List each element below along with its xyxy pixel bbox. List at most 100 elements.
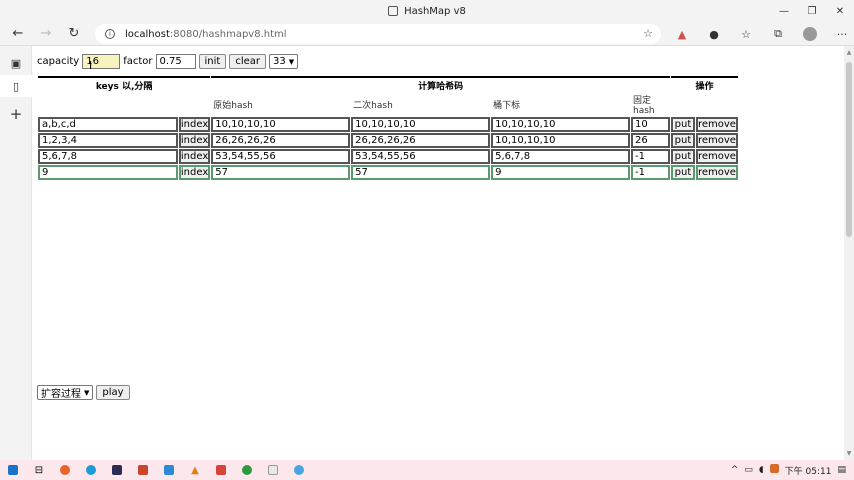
browser-toolbar: ← → ↻ i localhost:8080/hashmapv8.html ☆ … <box>0 22 854 46</box>
task-view-icon[interactable]: ⊟ <box>26 460 52 480</box>
close-button[interactable]: ✕ <box>826 0 854 22</box>
put-button[interactable]: put <box>670 165 695 180</box>
keys-header: keys 以,分隔 <box>38 76 211 92</box>
table-row: 5,6,7,8 index 53,54,55,56 53,54,55,56 5,… <box>38 149 738 164</box>
network-icon[interactable]: ▭ <box>744 465 753 475</box>
raw-hash-cell[interactable]: 26,26,26,26 <box>211 133 351 148</box>
fixed-hash-input[interactable]: -1 <box>631 149 670 164</box>
init-button[interactable]: init <box>198 54 227 69</box>
ops-header: 操作 <box>670 76 738 92</box>
collections-icon[interactable]: ⧉ <box>762 22 794 46</box>
bucket-cell[interactable]: 10,10,10,10 <box>491 133 631 148</box>
raw-hash-cell[interactable]: 53,54,55,56 <box>211 149 351 164</box>
extension-mask-icon[interactable]: ● <box>698 22 730 46</box>
xmind-icon[interactable] <box>208 460 234 480</box>
keys-input[interactable]: 1,2,3,4 <box>38 133 178 148</box>
bucket-subheader: 桶下标 <box>493 101 521 111</box>
keys-input[interactable]: a,b,c,d <box>38 117 178 132</box>
index-button[interactable]: index <box>178 165 211 180</box>
page-favicon-icon <box>388 6 399 16</box>
second-hash-cell[interactable]: 57 <box>351 165 491 180</box>
profile-avatar[interactable] <box>794 22 826 46</box>
raw-hash-cell[interactable]: 57 <box>211 165 351 180</box>
second-hash-cell[interactable]: 10,10,10,10 <box>351 117 491 132</box>
address-bar[interactable]: i localhost:8080/hashmapv8.html ☆ <box>95 24 661 44</box>
capacity-label: capacity <box>37 56 80 67</box>
fixed-hash-input[interactable]: 26 <box>631 133 670 148</box>
factor-label: factor <box>123 56 153 67</box>
more-menu-icon[interactable]: ··· <box>826 22 854 46</box>
vertical-scrollbar[interactable]: ▲ ▼ <box>844 46 854 460</box>
keys-input[interactable]: 9 <box>38 165 178 180</box>
second-hash-subheader: 二次hash <box>353 101 393 111</box>
clock-time[interactable]: 下午 05:11 <box>785 464 832 477</box>
second-hash-cell[interactable]: 26,26,26,26 <box>351 133 491 148</box>
put-button[interactable]: put <box>670 133 695 148</box>
system-tray: ^ ▭ ◖ 下午 05:11 ▤ <box>731 460 854 480</box>
volume-icon[interactable]: ◖ <box>759 465 764 475</box>
clear-button[interactable]: clear <box>229 54 267 69</box>
notification-icon[interactable]: ▤ <box>837 465 846 475</box>
maximize-button[interactable]: ❐ <box>798 0 826 22</box>
fixed-hash-input[interactable]: -1 <box>631 165 670 180</box>
start-windows-icon[interactable] <box>0 460 26 480</box>
count-select[interactable]: 33 ▼ <box>269 54 299 69</box>
put-button[interactable]: put <box>670 117 695 132</box>
controls-row: capacity factor init clear 33 ▼ <box>37 54 299 69</box>
typora-icon[interactable] <box>260 460 286 480</box>
favorites-icon[interactable]: ☆ <box>730 22 762 46</box>
scroll-thumb[interactable] <box>846 62 852 237</box>
extension-triangle-icon[interactable]: ▲ <box>666 22 698 46</box>
url-path: :8080/hashmapv8.html <box>169 28 287 40</box>
intellij-icon[interactable] <box>104 460 130 480</box>
process-select[interactable]: 扩容过程 ▼ <box>37 385 94 400</box>
window-title-bar: HashMap v8 — ❐ ✕ <box>0 0 854 22</box>
vscode-icon[interactable] <box>156 460 182 480</box>
hashmap-table: keys 以,分隔 计算哈希码 操作 原始hash 二次hash 桶下标 固定h… <box>37 75 739 181</box>
tab-page-icon[interactable]: ▯ <box>0 75 32 97</box>
bucket-cell[interactable]: 5,6,7,8 <box>491 149 631 164</box>
edge-icon[interactable] <box>78 460 104 480</box>
search-icon[interactable] <box>286 460 312 480</box>
page-content: capacity factor init clear 33 ▼ I keys 以… <box>33 47 843 459</box>
refresh-icon[interactable]: ↻ <box>60 22 88 46</box>
play-button[interactable]: play <box>96 385 130 400</box>
chevron-down-icon: ▼ <box>288 57 295 66</box>
text-cursor-icon: I <box>89 59 93 72</box>
capacity-input[interactable] <box>82 54 121 69</box>
scroll-down-icon[interactable]: ▼ <box>844 450 854 457</box>
raw-hash-subheader: 原始hash <box>213 101 253 111</box>
table-row: 1,2,3,4 index 26,26,26,26 26,26,26,26 10… <box>38 133 738 148</box>
remove-button[interactable]: remove <box>695 149 738 164</box>
forward-arrow-icon[interactable]: → <box>32 22 60 46</box>
index-button[interactable]: index <box>178 133 211 148</box>
keys-input[interactable]: 5,6,7,8 <box>38 149 178 164</box>
powerpoint-icon[interactable] <box>130 460 156 480</box>
bucket-cell[interactable]: 9 <box>491 165 631 180</box>
factor-input[interactable] <box>155 54 196 69</box>
firefox-icon[interactable] <box>52 460 78 480</box>
back-arrow-icon[interactable]: ← <box>4 22 32 46</box>
vlc-icon[interactable]: ▲ <box>182 460 208 480</box>
index-button[interactable]: index <box>178 149 211 164</box>
app-green-circle-icon[interactable] <box>234 460 260 480</box>
minimize-button[interactable]: — <box>770 0 798 22</box>
remove-button[interactable]: remove <box>695 117 738 132</box>
tab-actions-icon[interactable]: ▣ <box>0 52 32 74</box>
favorite-star-icon[interactable]: ☆ <box>643 27 653 40</box>
chevron-up-icon[interactable]: ^ <box>731 465 739 475</box>
remove-button[interactable]: remove <box>695 133 738 148</box>
index-button[interactable]: index <box>178 117 211 132</box>
input-method-icon[interactable] <box>769 464 779 476</box>
scroll-up-icon[interactable]: ▲ <box>844 49 854 56</box>
second-hash-cell[interactable]: 53,54,55,56 <box>351 149 491 164</box>
remove-button[interactable]: remove <box>695 165 738 180</box>
process-select-value: 扩容过程 <box>41 389 81 400</box>
new-tab-plus-icon[interactable]: + <box>0 103 32 125</box>
fixed-hash-input[interactable]: 10 <box>631 117 670 132</box>
put-button[interactable]: put <box>670 149 695 164</box>
info-icon[interactable]: i <box>105 29 115 39</box>
bucket-cell[interactable]: 10,10,10,10 <box>491 117 631 132</box>
raw-hash-cell[interactable]: 10,10,10,10 <box>211 117 351 132</box>
vertical-tab-strip: ▣ ▯ + <box>0 46 32 460</box>
